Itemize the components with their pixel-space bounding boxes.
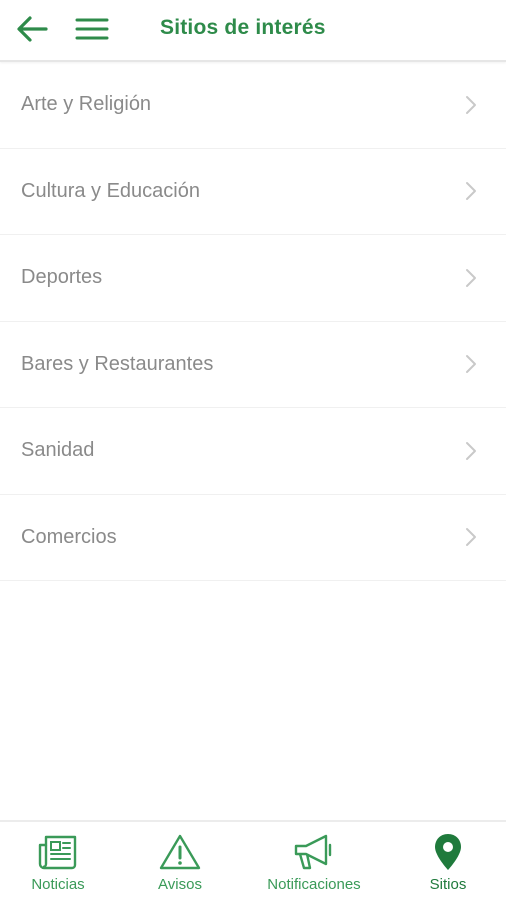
list-item-label: Cultura y Educación xyxy=(21,179,200,202)
menu-button[interactable] xyxy=(72,12,112,46)
top-app-bar: Sitios de interés xyxy=(0,0,506,62)
back-button[interactable] xyxy=(14,12,50,46)
bottom-tab-bar: Noticias Avisos Notificaciones Sitios xyxy=(0,820,506,900)
tab-label: Avisos xyxy=(158,876,202,893)
list-item-label: Sanidad xyxy=(21,439,95,462)
newspaper-icon xyxy=(38,835,77,870)
tab-avisos[interactable]: Avisos xyxy=(130,822,230,900)
list-item-label: Comercios xyxy=(21,525,117,548)
list-item-deportes[interactable]: Deportes xyxy=(0,235,506,322)
tab-notificaciones[interactable]: Notificaciones xyxy=(254,822,374,900)
tab-label: Sitios xyxy=(429,876,467,893)
chevron-right-icon xyxy=(466,355,476,374)
tab-label: Noticias xyxy=(31,876,85,893)
page-title: Sitios de interés xyxy=(160,16,326,39)
app-screen: Sitios de interés Arte y Religión Cultur… xyxy=(0,0,506,900)
chevron-right-icon xyxy=(466,95,476,114)
list-item-arte-religion[interactable]: Arte y Religión xyxy=(0,62,506,149)
tab-noticias[interactable]: Noticias xyxy=(8,822,108,900)
map-pin-icon xyxy=(435,834,461,870)
warning-triangle-icon xyxy=(159,834,201,870)
tab-sitios[interactable]: Sitios xyxy=(400,822,496,900)
list-item-label: Bares y Restaurantes xyxy=(21,352,214,375)
megaphone-icon xyxy=(294,834,332,870)
arrow-left-icon xyxy=(17,16,48,42)
chevron-right-icon xyxy=(466,268,476,287)
list-item-label: Arte y Religión xyxy=(21,93,152,116)
chevron-right-icon xyxy=(466,528,476,547)
category-list: Arte y Religión Cultura y Educación Depo… xyxy=(0,62,506,581)
chevron-right-icon xyxy=(466,182,476,201)
chevron-right-icon xyxy=(466,441,476,460)
list-item-sanidad[interactable]: Sanidad xyxy=(0,408,506,495)
hamburger-menu-icon xyxy=(75,18,109,40)
list-item-cultura-educacion[interactable]: Cultura y Educación xyxy=(0,149,506,235)
tab-label: Notificaciones xyxy=(267,876,361,893)
list-item-comercios[interactable]: Comercios xyxy=(0,495,506,581)
list-item-bares-restaurantes[interactable]: Bares y Restaurantes xyxy=(0,322,506,408)
list-item-label: Deportes xyxy=(21,266,103,289)
